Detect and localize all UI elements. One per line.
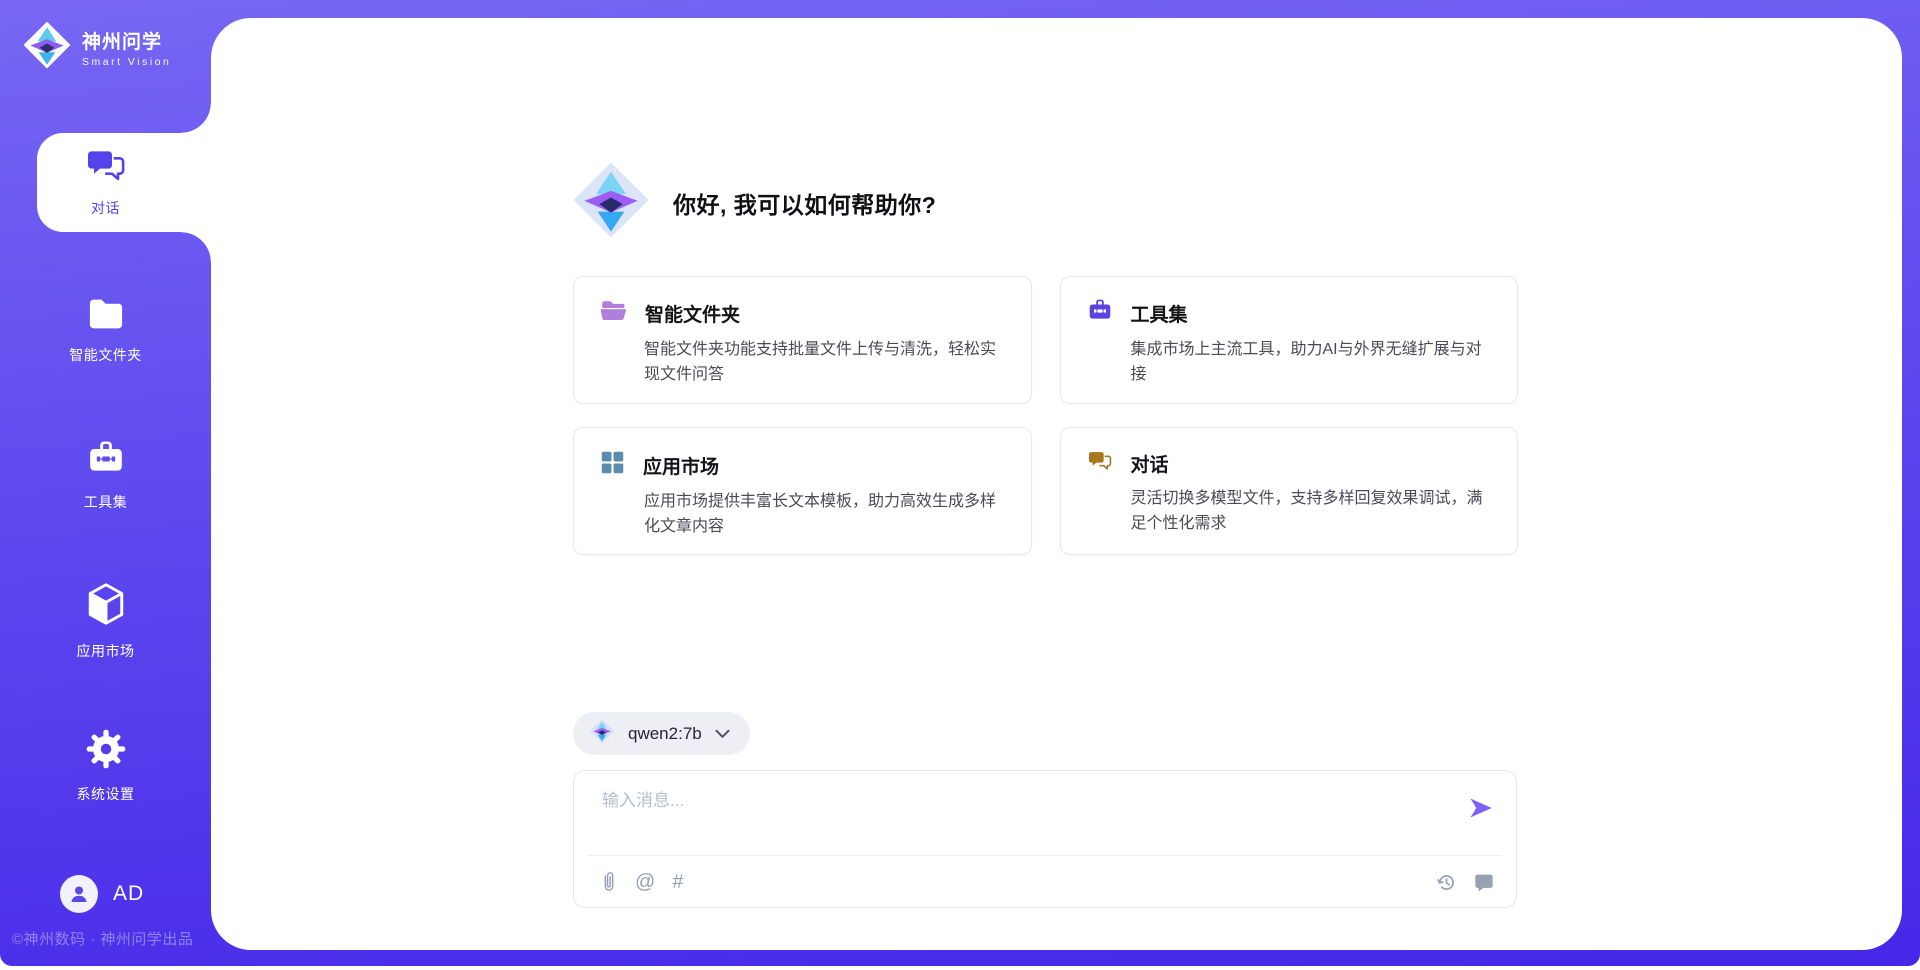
user-name: AD (113, 882, 144, 906)
sidebar-footer: ©神州数码 · 神州问学出品 (12, 928, 193, 949)
brand-gem-icon (22, 20, 72, 75)
briefcase-icon (1087, 299, 1113, 328)
composer-toolbar: @ # (600, 867, 1494, 897)
greeting-title: 你好, 我可以如何帮助你? (673, 186, 936, 220)
sidebar-item-label: 智能文件夹 (69, 345, 142, 365)
brand: 神州问学 Smart Vision (22, 20, 171, 75)
chat-bubbles-icon (85, 148, 127, 189)
attachment-icon[interactable] (600, 871, 618, 893)
chat-bubble-icon[interactable] (1474, 873, 1494, 892)
composer-divider (588, 855, 1502, 856)
model-gem-icon (589, 718, 615, 749)
gear-icon (85, 728, 127, 775)
active-tab-connector-top (181, 103, 211, 133)
sidebar-item-chat[interactable]: 对话 (0, 133, 211, 232)
card-description: 集成市场上主流工具，助力AI与外界无缝扩展与对接 (1131, 337, 1494, 387)
mention-icon[interactable]: @ (635, 872, 655, 892)
grid-icon (600, 450, 625, 480)
sidebar-item-label: 系统设置 (77, 784, 135, 804)
main-content: 你好, 我可以如何帮助你? 智能文件夹 智能文件夹功能支持批量文件上传与清洗，轻… (211, 18, 1902, 950)
hero-gem-icon (571, 160, 651, 245)
card-description: 灵活切换多模型文件，支持多样回复效果调试，满足个性化需求 (1131, 486, 1494, 536)
toolbox-icon (86, 440, 126, 483)
sidebar-item-label: 应用市场 (77, 641, 135, 661)
app-root: 神州问学 Smart Vision 对话 智能文件夹 工具集 (0, 0, 1920, 970)
message-input[interactable] (602, 791, 1422, 811)
card-toolset[interactable]: 工具集 集成市场上主流工具，助力AI与外界无缝扩展与对接 (1060, 276, 1519, 404)
chevron-down-icon (715, 729, 730, 739)
folder-icon (86, 297, 126, 336)
card-title: 智能文件夹 (645, 300, 740, 327)
send-icon[interactable] (1468, 795, 1494, 821)
sidebar-item-settings[interactable]: 系统设置 (0, 723, 211, 809)
sidebar-item-label: 工具集 (84, 492, 128, 512)
brand-name: 神州问学 (82, 27, 171, 54)
history-icon[interactable] (1436, 872, 1457, 893)
card-description: 应用市场提供丰富长文本模板，助力高效生成多样化文章内容 (644, 489, 1007, 539)
chat-icon (1087, 450, 1113, 477)
brand-subtitle: Smart Vision (82, 56, 171, 68)
sidebar-item-toolset[interactable]: 工具集 (0, 433, 211, 519)
folder-icon (600, 299, 627, 328)
card-description: 智能文件夹功能支持批量文件上传与清洗，轻松实现文件问答 (644, 337, 1007, 387)
card-app-market[interactable]: 应用市场 应用市场提供丰富长文本模板，助力高效生成多样化文章内容 (573, 427, 1032, 555)
feature-cards: 智能文件夹 智能文件夹功能支持批量文件上传与清洗，轻松实现文件问答 工具集 集成… (573, 276, 1518, 555)
model-selector[interactable]: qwen2:7b (573, 712, 750, 755)
message-composer: @ # (573, 770, 1517, 908)
sidebar-item-smart-folder[interactable]: 智能文件夹 (0, 288, 211, 374)
card-chat[interactable]: 对话 灵活切换多模型文件，支持多样回复效果调试，满足个性化需求 (1060, 427, 1519, 555)
card-smart-folder[interactable]: 智能文件夹 智能文件夹功能支持批量文件上传与清洗，轻松实现文件问答 (573, 276, 1032, 404)
cube-icon (85, 581, 127, 632)
hero: 你好, 我可以如何帮助你? (571, 160, 936, 245)
avatar (60, 875, 98, 913)
card-title: 应用市场 (643, 452, 719, 479)
user-row[interactable]: AD (60, 875, 144, 913)
sidebar-item-label: 对话 (91, 198, 120, 218)
model-name: qwen2:7b (628, 724, 702, 744)
active-tab-connector-bottom (181, 232, 211, 262)
card-title: 对话 (1131, 450, 1169, 477)
card-title: 工具集 (1131, 300, 1188, 327)
hashtag-icon[interactable]: # (672, 872, 683, 892)
sidebar-item-app-market[interactable]: 应用市场 (0, 578, 211, 664)
